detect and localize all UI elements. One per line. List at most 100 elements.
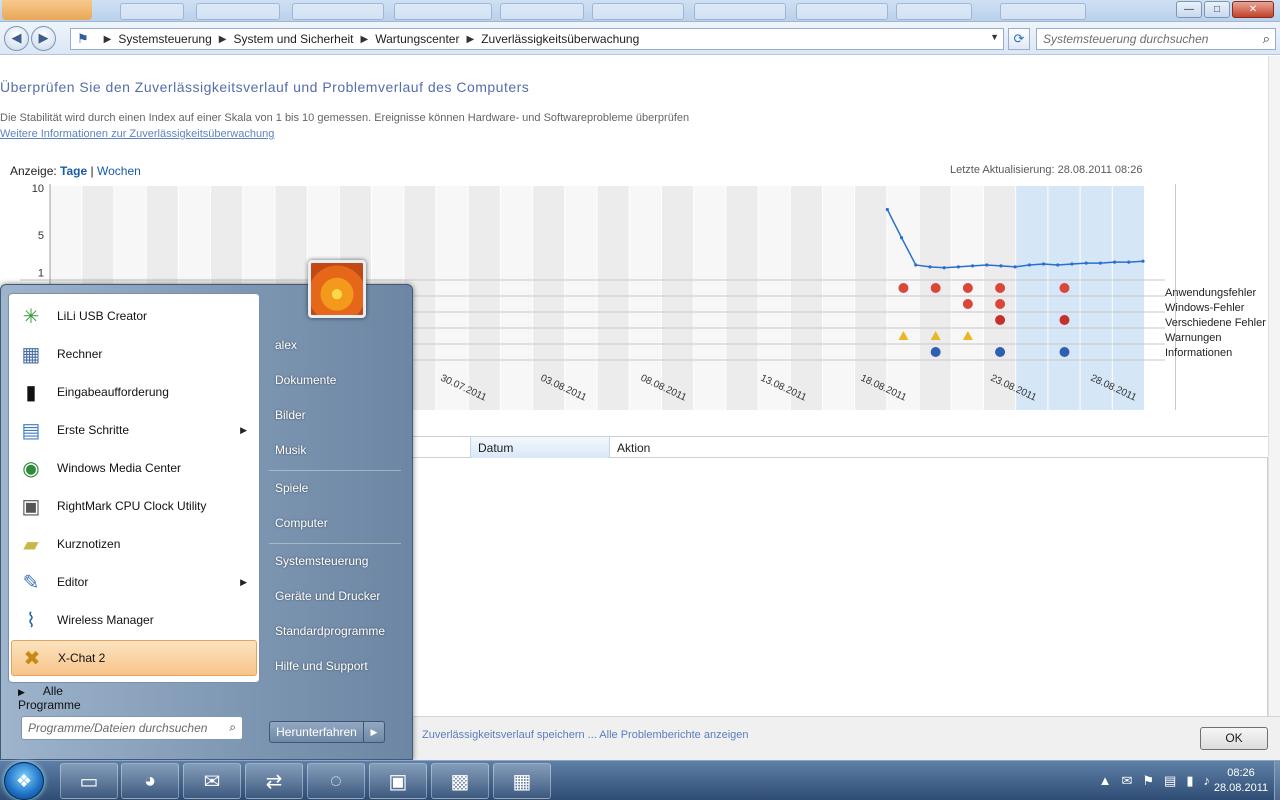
window-tab[interactable] [394, 3, 492, 20]
error-marker-icon [995, 299, 1006, 309]
breadcrumb[interactable]: ⚑ ▶ Systemsteuerung ▶ System und Sicherh… [70, 28, 1004, 50]
place-music[interactable]: Musik [275, 443, 306, 457]
window-tab[interactable] [796, 3, 888, 20]
program-item[interactable]: ▰ Kurznotizen [11, 526, 257, 562]
breadcrumb-item[interactable]: Wartungscenter [375, 32, 459, 46]
all-programs-button[interactable]: ▶ Alle Programme [18, 684, 81, 712]
explorer-icon[interactable]: ▭ [60, 763, 118, 799]
tray-icon[interactable]: ✉ [1121, 773, 1132, 789]
program-label: RightMark CPU Clock Utility [57, 499, 207, 513]
window-tab[interactable] [292, 3, 384, 20]
firefox-icon[interactable]: ◕ [121, 763, 179, 799]
system-tray: ▲ ✉ ⚑ ▤ ▮ ♪ [1099, 773, 1210, 789]
breadcrumb-item[interactable]: Systemsteuerung [118, 32, 211, 46]
details-list[interactable] [412, 458, 1268, 716]
shutdown-options-arrow-icon[interactable]: ▶ [364, 722, 384, 742]
stability-index-point [1041, 262, 1046, 266]
close-button[interactable]: ✕ [1232, 1, 1274, 18]
start-search-input[interactable]: Programme/Dateien durchsuchen ⌕ [21, 716, 243, 740]
chevron-right-icon[interactable]: ▶ [361, 34, 369, 45]
search-icon[interactable]: ⌕ [229, 720, 236, 735]
tray-icon[interactable]: ▮ [1186, 773, 1193, 789]
window-tab[interactable] [196, 3, 280, 20]
tray-icon[interactable]: ⚑ [1142, 773, 1154, 789]
breadcrumb-item[interactable]: System und Sicherheit [233, 32, 353, 46]
y-tick-label: 5 [38, 230, 44, 242]
thunderbird-icon[interactable]: ✉ [183, 763, 241, 799]
view-days-link[interactable]: Tage [60, 164, 87, 178]
window-tab[interactable] [592, 3, 684, 20]
window-tab[interactable] [896, 3, 972, 20]
shutdown-button[interactable]: Herunterfahren [270, 722, 364, 742]
column-header-action[interactable]: Aktion [617, 441, 650, 455]
window-tab[interactable] [500, 3, 584, 20]
place-user[interactable]: alex [275, 338, 297, 352]
cpuz-icon[interactable]: ▩ [431, 763, 489, 799]
clock[interactable]: 08:26 28.08.2011 [1210, 766, 1272, 796]
vertical-scrollbar[interactable] [1268, 56, 1280, 716]
window-tab[interactable] [694, 3, 786, 20]
show-desktop-button[interactable] [1274, 761, 1280, 800]
chevron-right-icon[interactable]: ▶ [219, 34, 227, 45]
place-games[interactable]: Spiele [275, 481, 308, 495]
submenu-arrow-icon[interactable]: ▶ [240, 425, 247, 436]
program-item[interactable]: ✳ LiLi USB Creator [11, 298, 257, 334]
place-documents[interactable]: Dokumente [275, 373, 336, 387]
chart-column [468, 186, 500, 410]
stability-index-point [1112, 260, 1117, 264]
submenu-arrow-icon[interactable]: ▶ [240, 577, 247, 588]
start-button[interactable]: ❖ [4, 762, 44, 800]
program-item[interactable]: ◉ Windows Media Center [11, 450, 257, 486]
maximize-button[interactable]: □ [1204, 1, 1230, 18]
program-item[interactable]: ▤ Erste Schritte ▶ [11, 412, 257, 448]
view-weeks-link[interactable]: Wochen [97, 164, 141, 178]
place-devices-printers[interactable]: Geräte und Drucker [275, 589, 380, 603]
debian-icon[interactable]: ◌ [307, 763, 365, 799]
view-selector: Anzeige: Tage | Wochen [10, 164, 141, 178]
chevron-down-icon[interactable]: ▼ [990, 32, 999, 42]
place-computer[interactable]: Computer [275, 516, 328, 530]
minimize-button[interactable]: — [1176, 1, 1202, 18]
program-item[interactable]: ✎ Editor ▶ [11, 564, 257, 600]
tray-icon[interactable]: ▲ [1099, 773, 1112, 789]
program-item[interactable]: ✖ X-Chat 2 [11, 640, 257, 676]
window-tab[interactable] [1000, 3, 1086, 20]
getting-started-icon: ▤ [21, 419, 41, 442]
page-description: Die Stabilität wird durch einen Index au… [0, 112, 690, 124]
network-icon[interactable]: ⇄ [245, 763, 303, 799]
forward-button[interactable]: ▶ [31, 26, 56, 51]
column-header-date[interactable]: Datum [478, 441, 513, 455]
place-default-programs[interactable]: Standardprogramme [275, 624, 385, 638]
program-item[interactable]: ▦ Rechner [11, 336, 257, 372]
remote-desktop-icon[interactable]: ▣ [369, 763, 427, 799]
user-picture[interactable] [308, 260, 366, 318]
chevron-right-icon[interactable]: ▶ [104, 34, 112, 45]
tray-icon[interactable]: ▤ [1164, 773, 1176, 789]
stability-index-point [1084, 261, 1088, 265]
error-marker-icon [930, 283, 941, 293]
error-marker-icon [898, 283, 909, 293]
window-tab-active[interactable] [2, 0, 92, 20]
back-button[interactable]: ◀ [4, 26, 29, 51]
control-panel-icon[interactable]: ▦ [493, 763, 551, 799]
program-item[interactable]: ▮ Eingabeaufforderung [11, 374, 257, 410]
program-label: LiLi USB Creator [57, 309, 148, 323]
breadcrumb-item[interactable]: Zuverlässigkeitsüberwachung [481, 32, 639, 46]
place-control-panel[interactable]: Systemsteuerung [275, 554, 368, 568]
bottom-bar: Zuverlässigkeitsverlauf speichern ... Al… [412, 716, 1280, 760]
bottom-links[interactable]: Zuverlässigkeitsverlauf speichern ... Al… [422, 729, 749, 741]
program-item[interactable]: ⌇ Wireless Manager [11, 602, 257, 638]
search-icon[interactable]: ⌕ [1263, 31, 1270, 47]
chart-column [694, 186, 726, 410]
window-tab[interactable] [120, 3, 184, 20]
ok-button[interactable]: OK [1200, 727, 1268, 750]
chevron-right-icon[interactable]: ▶ [466, 34, 474, 45]
place-help-support[interactable]: Hilfe und Support [275, 659, 368, 673]
search-input[interactable]: Systemsteuerung durchsuchen ⌕ [1036, 28, 1276, 50]
place-pictures[interactable]: Bilder [275, 408, 306, 422]
address-bar-row: ◀ ▶ ⚑ ▶ Systemsteuerung ▶ System und Sic… [0, 22, 1280, 55]
refresh-button[interactable]: ⟳ [1008, 28, 1030, 50]
legend-label: Anwendungsfehler [1165, 287, 1257, 299]
program-item[interactable]: ▣ RightMark CPU Clock Utility [11, 488, 257, 524]
more-info-link[interactable]: Weitere Informationen zur Zuverlässigkei… [0, 128, 274, 140]
